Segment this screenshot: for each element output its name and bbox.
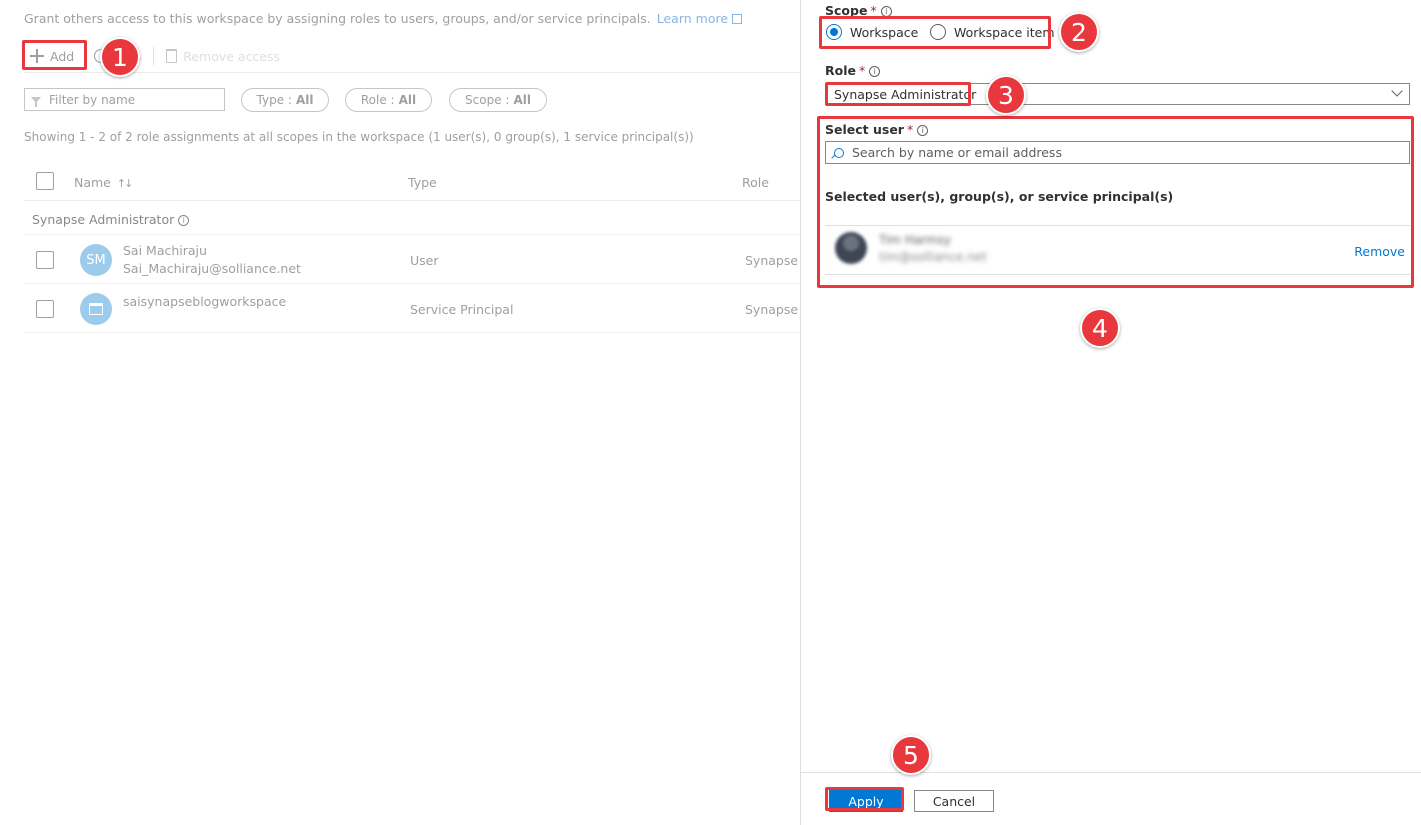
type-filter-pill[interactable]: Type : All xyxy=(241,88,329,112)
select-all-checkbox[interactable] xyxy=(36,172,54,190)
toolbar: Add resh Remove access xyxy=(24,41,286,71)
step-marker-5: 5 xyxy=(891,735,931,775)
scope-filter-value: All xyxy=(513,93,531,107)
info-icon[interactable]: i xyxy=(880,6,892,17)
scope-filter-label: Scope : xyxy=(465,93,510,107)
group-title-text: Synapse Administrator xyxy=(32,212,175,227)
avatar xyxy=(80,293,112,325)
access-control-page: Grant others access to this workspace by… xyxy=(0,0,811,825)
add-label: Add xyxy=(50,48,75,64)
selected-user-name: Tim Harmsy xyxy=(879,233,951,247)
scope-workspace-label: Workspace xyxy=(850,24,919,40)
user-search-input[interactable]: Search by name or email address xyxy=(825,141,1410,164)
user-photo xyxy=(835,232,867,264)
role-filter-pill[interactable]: Role : All xyxy=(345,88,432,112)
type-column-header: Type xyxy=(408,175,437,190)
chevron-down-icon xyxy=(1391,85,1403,97)
trash-icon xyxy=(166,49,178,63)
avatar-initials: SM xyxy=(86,252,106,268)
step-marker-4: 4 xyxy=(1080,308,1120,348)
scope-filter-pill[interactable]: Scope : All xyxy=(449,88,547,112)
name-column-label: Name xyxy=(74,175,111,190)
name-column-header[interactable]: Name ↑↓ xyxy=(74,175,134,190)
filter-by-name-input[interactable]: Filter by name xyxy=(24,88,225,111)
remove-access-label: Remove access xyxy=(183,48,281,64)
step-marker-2: 2 xyxy=(1059,12,1099,52)
results-summary: Showing 1 - 2 of 2 role assignments at a… xyxy=(24,130,694,144)
role-column-header: Role xyxy=(742,175,769,190)
info-icon[interactable]: i xyxy=(917,125,929,136)
role-filter-value: All xyxy=(398,93,417,107)
select-user-label: Select user * i xyxy=(825,122,929,137)
plus-icon xyxy=(30,49,44,63)
role-dropdown-value: Synapse Administrator xyxy=(834,87,977,102)
scope-workspace-item-label: Workspace item xyxy=(954,24,1055,40)
select-user-label-text: Select user xyxy=(825,122,904,137)
info-icon: i xyxy=(178,215,190,226)
table-row[interactable]: SM Sai Machiraju Sai_Machiraju@solliance… xyxy=(24,236,811,284)
remove-access-button[interactable]: Remove access xyxy=(160,42,286,70)
toolbar-divider xyxy=(153,47,155,65)
sort-icon[interactable]: ↑↓ xyxy=(117,177,134,190)
required-mark: * xyxy=(858,63,866,78)
avatar: SM xyxy=(80,244,112,276)
filter-icon xyxy=(31,96,41,107)
row-name: Sai Machiraju xyxy=(123,243,207,258)
cancel-button[interactable]: Cancel xyxy=(914,790,994,812)
add-button[interactable]: Add xyxy=(24,42,80,70)
role-label-text: Role xyxy=(825,63,856,78)
info-icon[interactable]: i xyxy=(869,66,881,77)
row-type: Service Principal xyxy=(410,302,514,317)
radio-dot xyxy=(930,24,946,40)
row-type: User xyxy=(410,253,439,268)
row-email: Sai_Machiraju@solliance.net xyxy=(123,261,301,276)
step-marker-1: 1 xyxy=(100,37,140,77)
description-text: Grant others access to this workspace by… xyxy=(24,11,651,26)
search-icon xyxy=(834,147,844,158)
selected-user-email: tim@solliance.net xyxy=(879,250,987,264)
scope-workspace-item-radio[interactable]: Workspace item xyxy=(930,24,1055,40)
scope-label-text: Scope xyxy=(825,3,868,18)
apply-button[interactable]: Apply xyxy=(829,790,903,812)
group-header: Synapse Administrator i xyxy=(24,202,800,235)
row-name: saisynapseblogworkspace xyxy=(123,294,287,309)
panel-footer: Apply Cancel xyxy=(801,772,1421,825)
selected-principals-title: Selected user(s), group(s), or service p… xyxy=(825,189,1174,204)
remove-user-link[interactable]: Remove xyxy=(1354,244,1405,259)
grid-header: Name ↑↓ Type Role xyxy=(24,165,800,201)
row-checkbox[interactable] xyxy=(36,300,54,318)
divider xyxy=(825,225,1410,226)
page-description: Grant others access to this workspace by… xyxy=(24,11,743,26)
type-filter-value: All xyxy=(295,93,314,107)
add-role-assignment-panel: Scope * i Workspace Workspace item Role * i … xyxy=(800,0,1421,825)
external-link-icon xyxy=(732,14,743,24)
role-filter-label: Role : xyxy=(360,93,395,107)
scope-label: Scope * i xyxy=(825,3,892,18)
table-row[interactable]: saisynapseblogworkspace Service Principa… xyxy=(24,285,811,333)
role-label: Role * i xyxy=(825,63,881,78)
role-dropdown[interactable]: Synapse Administrator xyxy=(825,83,1410,105)
scope-workspace-radio[interactable]: Workspace xyxy=(826,24,918,40)
radio-dot xyxy=(826,24,842,40)
divider xyxy=(825,274,1410,275)
app-icon xyxy=(89,303,103,315)
step-marker-3: 3 xyxy=(986,75,1026,115)
search-placeholder: Search by name or email address xyxy=(852,145,1062,160)
toolbar-divider-line xyxy=(24,72,800,73)
filter-placeholder: Filter by name xyxy=(49,92,136,107)
row-checkbox[interactable] xyxy=(36,251,54,269)
required-mark: * xyxy=(870,3,877,18)
type-filter-label: Type : xyxy=(256,93,292,107)
group-title: Synapse Administrator i xyxy=(32,212,190,227)
required-mark: * xyxy=(906,122,914,137)
learn-more-link[interactable]: Learn more xyxy=(657,11,728,26)
